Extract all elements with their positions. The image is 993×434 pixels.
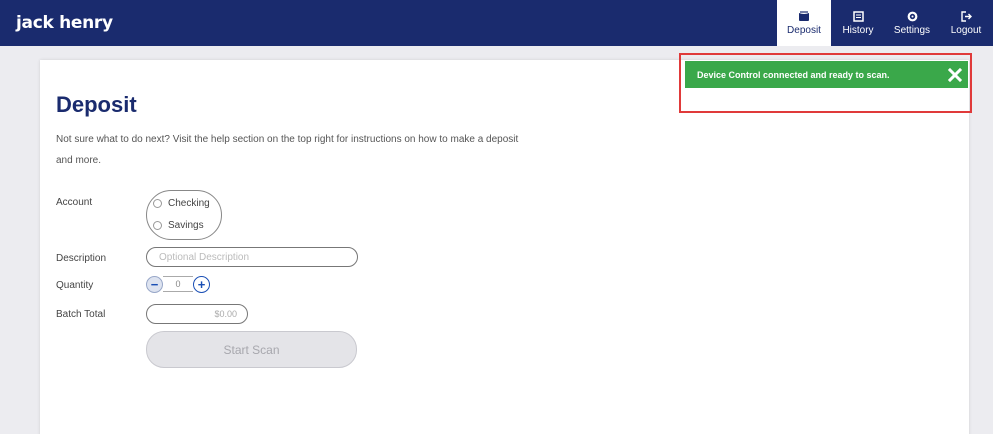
description-label: Description (56, 253, 107, 264)
toast-message: Device Control connected and ready to sc… (697, 69, 890, 80)
radio-savings-label: Savings (168, 220, 204, 231)
batch-total-field[interactable]: $0.00 (146, 304, 248, 324)
deposit-card: Deposit Not sure what to do next? Visit … (40, 60, 969, 434)
deposit-icon (798, 10, 810, 25)
help-text: Not sure what to do next? Visit the help… (56, 134, 519, 166)
radio-savings-circle[interactable] (153, 221, 162, 230)
page-title: Deposit (56, 92, 137, 117)
nav-logout-label: Logout (950, 24, 982, 36)
nav-history-label: History (842, 24, 874, 36)
start-scan-button[interactable]: Start Scan (146, 331, 357, 368)
account-label: Account (56, 197, 93, 208)
quantity-minus-button[interactable]: − (146, 275, 163, 293)
radio-savings[interactable]: Savings (153, 220, 204, 231)
batch-total-label: Batch Total (56, 309, 106, 320)
connection-toast: Device Control connected and ready to sc… (685, 61, 968, 88)
nav-deposit-label: Deposit (787, 24, 821, 36)
nav-history[interactable]: History (831, 0, 885, 46)
history-icon (852, 10, 864, 25)
logout-icon (960, 10, 972, 25)
nav-settings-label: Settings (893, 24, 931, 36)
nav-logout[interactable]: Logout (939, 0, 993, 46)
account-radio-group: Checking Savings (146, 190, 222, 240)
nav-settings[interactable]: Settings (885, 0, 939, 46)
description-input[interactable] (146, 247, 358, 267)
top-bar: jack henry Deposit History Settings Logo… (0, 0, 993, 46)
quantity-stepper: − 0 + (146, 275, 214, 293)
quantity-label: Quantity (56, 280, 94, 291)
radio-checking-label: Checking (168, 198, 210, 209)
main-nav: Deposit History Settings Logout (777, 0, 993, 46)
quantity-field[interactable]: 0 (163, 276, 193, 292)
radio-checking[interactable]: Checking (153, 198, 210, 209)
gear-icon (907, 11, 918, 25)
radio-checking-circle[interactable] (153, 199, 162, 208)
quantity-plus-button[interactable]: + (193, 275, 210, 293)
nav-deposit[interactable]: Deposit (777, 0, 831, 46)
close-icon[interactable] (942, 62, 968, 88)
brand-logo: jack henry (16, 13, 113, 33)
